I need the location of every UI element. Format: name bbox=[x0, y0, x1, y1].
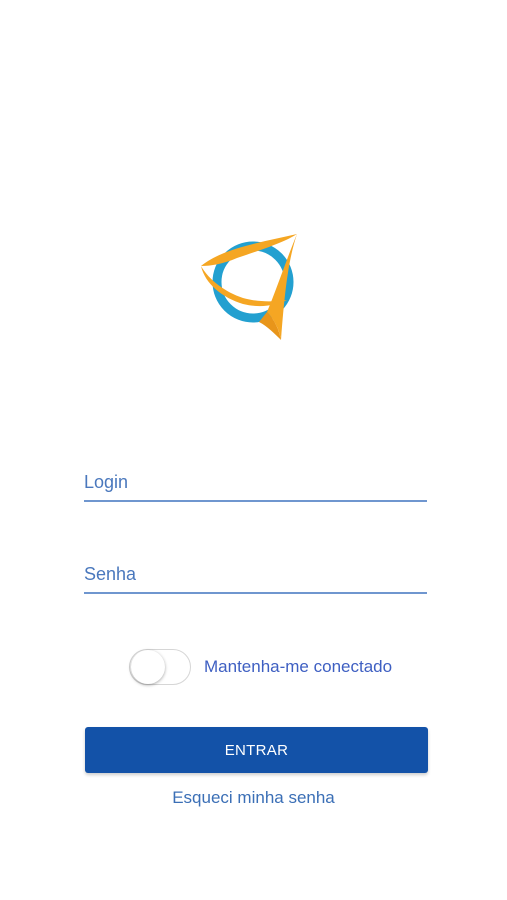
app-logo bbox=[193, 228, 307, 344]
remember-me-row: Mantenha-me conectado bbox=[129, 648, 392, 686]
login-input[interactable] bbox=[84, 464, 427, 500]
password-input[interactable] bbox=[84, 556, 427, 592]
password-field[interactable] bbox=[84, 554, 427, 594]
remember-me-toggle[interactable] bbox=[129, 649, 191, 685]
login-button[interactable]: ENTRAR bbox=[85, 727, 428, 773]
remember-me-label[interactable]: Mantenha-me conectado bbox=[204, 657, 392, 677]
toggle-knob[interactable] bbox=[131, 650, 165, 684]
forgot-password-link[interactable]: Esqueci minha senha bbox=[0, 788, 507, 808]
orbit-logo-icon bbox=[201, 234, 297, 340]
login-field[interactable] bbox=[84, 462, 427, 502]
